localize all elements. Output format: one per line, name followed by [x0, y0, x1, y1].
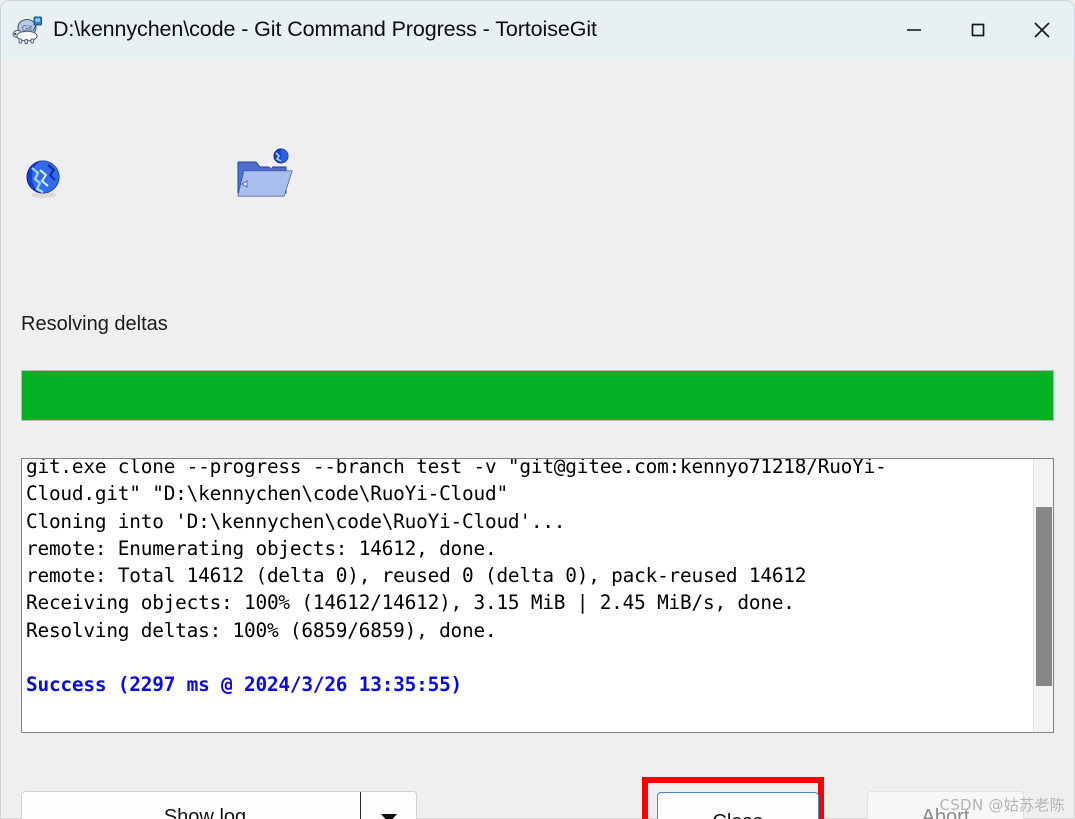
show-log-label: Show log [163, 806, 247, 819]
log-text-content: git.exe clone --progress --branch test -… [26, 458, 887, 697]
minimize-icon [907, 28, 921, 31]
watermark: CSDN @姑苏老陈 [939, 796, 1065, 814]
title-bar: Git D:\kennychen\code - Git Command Prog… [0, 0, 1075, 58]
close-icon [1034, 21, 1050, 38]
progress-status-label: Resolving deltas [21, 313, 168, 335]
log-scrollbar[interactable] [1033, 459, 1053, 732]
log-success-line: Success (2297 ms @ 2024/3/26 13:35:55) [26, 673, 463, 697]
window-title: D:\kennychen\code - Git Command Progress… [53, 17, 597, 41]
close-window-button[interactable] [1010, 1, 1074, 58]
window-controls [882, 1, 1074, 58]
log-scrollbar-thumb[interactable] [1036, 507, 1052, 686]
maximize-button[interactable] [946, 1, 1010, 58]
maximize-icon [971, 23, 985, 36]
folder-with-globe-icon [234, 146, 296, 204]
close-button-highlight-annotation: Close [642, 777, 824, 819]
show-log-button[interactable]: Show log [21, 791, 417, 819]
tortoisegit-turtle-icon: Git [11, 14, 45, 46]
tortoisegit-progress-window: Git D:\kennychen\code - Git Command Prog… [0, 0, 1075, 819]
progress-bar [21, 370, 1054, 421]
globe-icon [23, 158, 65, 200]
git-output-log[interactable]: git.exe clone --progress --branch test -… [21, 458, 1054, 733]
minimize-button[interactable] [882, 1, 946, 58]
chevron-down-icon[interactable] [361, 811, 416, 819]
dialog-client-area: Resolving deltas git.exe clone --progres… [0, 58, 1075, 819]
close-button[interactable]: Close [657, 792, 819, 819]
progress-bar-fill [22, 371, 1053, 420]
